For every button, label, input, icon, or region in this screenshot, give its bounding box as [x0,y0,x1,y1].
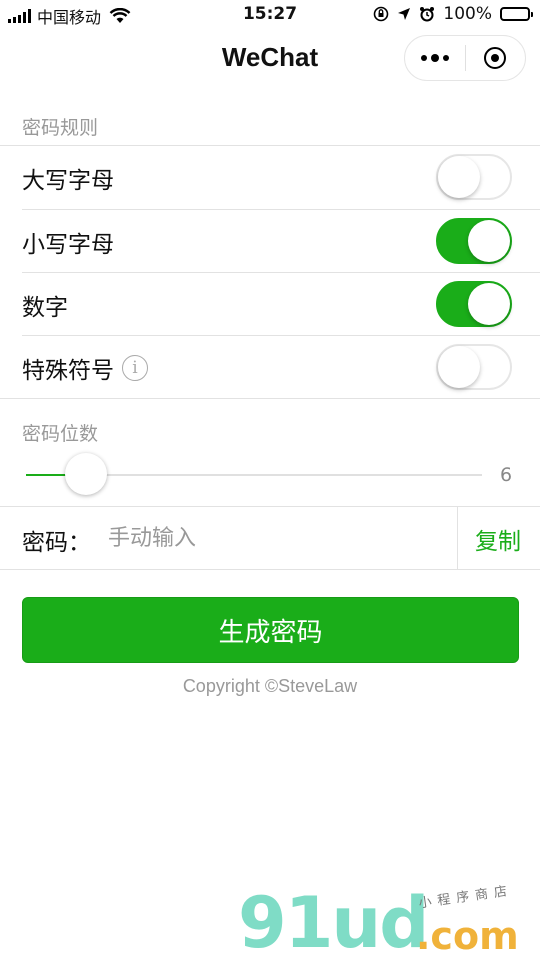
rule-label-wrap: 特殊符号 i [22,351,148,385]
more-button[interactable] [405,36,465,80]
rule-row-lowercase: 小写字母 [0,210,540,272]
rule-row-symbols: 特殊符号 i [0,336,540,398]
rotation-lock-icon [374,6,389,22]
rules-section-title: 密码规则 [22,117,99,139]
more-dots-icon [420,54,449,62]
watermark-logo: 91ud .com 小程序商店 [238,882,538,964]
rule-label: 大写字母 [22,168,114,194]
copy-button[interactable]: 复制 [475,522,521,556]
symbols-switch[interactable] [436,344,512,390]
length-section-title: 密码位数 [22,423,99,445]
mini-program-capsule [404,35,526,81]
slider-thumb[interactable] [65,453,108,495]
watermark-main: 91ud [238,882,429,964]
battery-percent: 100% [443,4,492,24]
status-right: 100% [373,4,533,24]
rule-row-digits: 数字 [0,273,540,335]
alarm-icon [420,7,435,22]
target-close-icon [484,47,507,69]
rule-label: 特殊符号 [22,358,114,384]
status-bar: 中国移动 15:27 100% [0,0,540,30]
vertical-divider [457,507,458,569]
lowercase-switch[interactable] [436,218,512,264]
close-mini-program-button[interactable] [466,36,526,80]
password-row: 密码： 复制 [0,507,540,569]
rule-label: 数字 [22,295,68,321]
rule-label: 小写字母 [22,232,114,258]
length-value: 6 [500,464,513,486]
watermark-tagline: 小程序商店 [417,883,514,912]
divider [0,569,540,570]
password-label: 密码： [22,530,91,556]
divider [0,398,540,399]
generate-password-button[interactable]: 生成密码 [22,597,519,663]
password-input[interactable] [108,519,438,557]
digits-switch[interactable] [436,281,512,327]
info-icon[interactable]: i [122,355,148,381]
uppercase-switch[interactable] [436,154,512,200]
length-slider[interactable] [26,453,482,495]
location-arrow-icon [398,8,411,20]
rule-row-uppercase: 大写字母 [0,146,540,208]
copyright-text: Copyright ©SteveLaw [182,676,358,696]
nav-bar: WeChat [0,30,540,88]
watermark-dotcom: .com [416,914,519,958]
battery-icon [500,7,533,21]
